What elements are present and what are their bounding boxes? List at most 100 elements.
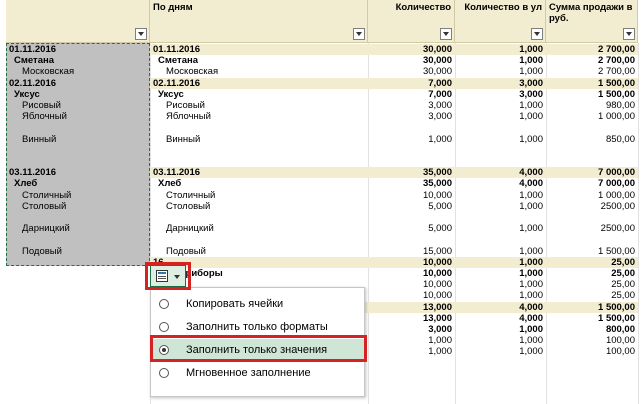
table-cell[interactable]: Винный <box>6 134 150 145</box>
table-cell[interactable]: Винный <box>150 134 368 145</box>
table-cell[interactable]: 1 000,00 <box>546 111 638 122</box>
table-cell[interactable]: 3,000 <box>368 100 455 111</box>
table-cell[interactable]: 15,000 <box>368 246 455 257</box>
table-cell[interactable]: 35,000 <box>368 178 455 189</box>
table-cell[interactable]: 3,000 <box>455 77 546 89</box>
table-cell[interactable] <box>368 156 455 167</box>
table-cell[interactable]: Дарницкий <box>6 223 150 234</box>
table-cell[interactable] <box>6 234 150 245</box>
table-cell[interactable] <box>6 302 150 313</box>
table-cell[interactable]: 1,000 <box>368 346 455 357</box>
radio-icon[interactable] <box>159 368 169 378</box>
table-cell[interactable]: Яблочный <box>6 111 150 122</box>
table-cell[interactable] <box>6 145 150 156</box>
table-cell[interactable]: 01.11.2016 <box>6 44 150 55</box>
table-cell[interactable]: 1,000 <box>455 190 546 201</box>
table-cell[interactable]: 2 700,00 <box>546 66 638 77</box>
table-cell[interactable]: 1,000 <box>455 346 546 357</box>
table-cell[interactable]: Московская <box>6 66 150 77</box>
filter-dropdown-icon[interactable] <box>135 28 147 40</box>
table-cell[interactable]: Дарницкий <box>150 223 368 234</box>
table-cell[interactable]: 1,000 <box>455 279 546 290</box>
table-cell[interactable]: 7,000 <box>368 89 455 100</box>
table-cell[interactable] <box>150 212 368 223</box>
table-cell[interactable]: 3,000 <box>455 89 546 100</box>
table-cell[interactable]: 1,000 <box>455 290 546 301</box>
table-cell[interactable]: 03.11.2016 <box>150 167 368 179</box>
table-cell[interactable]: 1,000 <box>455 111 546 122</box>
filter-dropdown-icon[interactable] <box>440 28 452 40</box>
table-cell[interactable]: 01.11.2016 <box>150 44 368 55</box>
table-cell[interactable]: Столичный <box>6 190 150 201</box>
table-cell[interactable] <box>455 156 546 167</box>
table-cell[interactable]: 1 500,00 <box>546 313 638 324</box>
table-cell[interactable]: 10,000 <box>368 190 455 201</box>
table-cell[interactable]: 1,000 <box>368 335 455 346</box>
table-cell[interactable]: 1,000 <box>455 256 546 268</box>
table-cell[interactable]: 10,000 <box>368 290 455 301</box>
table-cell[interactable] <box>150 234 368 245</box>
table-cell[interactable]: 1,000 <box>368 134 455 145</box>
radio-icon[interactable] <box>159 322 169 332</box>
table-cell[interactable] <box>6 268 150 279</box>
table-cell[interactable] <box>546 145 638 156</box>
table-cell[interactable]: 3,000 <box>368 324 455 335</box>
filter-dropdown-icon[interactable] <box>623 28 635 40</box>
table-cell[interactable] <box>150 122 368 133</box>
table-cell[interactable]: Сметана <box>150 55 368 66</box>
table-cell[interactable]: 1 500,00 <box>546 301 638 313</box>
table-cell[interactable] <box>368 212 455 223</box>
table-cell[interactable] <box>546 156 638 167</box>
table-cell[interactable]: 1,000 <box>455 201 546 212</box>
table-cell[interactable]: 10,000 <box>368 256 455 268</box>
table-cell[interactable] <box>6 122 150 133</box>
table-cell[interactable]: 1,000 <box>455 66 546 77</box>
table-cell[interactable]: 02.11.2016 <box>150 77 368 89</box>
table-cell[interactable]: 4,000 <box>455 178 546 189</box>
table-cell[interactable]: Подовый <box>150 246 368 257</box>
table-cell[interactable]: 1,000 <box>455 55 546 66</box>
table-cell[interactable]: 10,000 <box>368 279 455 290</box>
table-cell[interactable]: 2 700,00 <box>546 44 638 55</box>
table-cell[interactable]: 7,000 <box>368 77 455 89</box>
table-cell[interactable]: 7 000,00 <box>546 167 638 179</box>
table-cell[interactable] <box>6 257 150 268</box>
table-cell[interactable]: Хлеб <box>150 178 368 189</box>
table-cell[interactable]: 25,00 <box>546 290 638 301</box>
table-cell[interactable]: 1,000 <box>455 223 546 234</box>
table-cell[interactable]: 100,00 <box>546 335 638 346</box>
table-cell[interactable]: 1,000 <box>455 100 546 111</box>
filter-dropdown-icon[interactable] <box>353 28 365 40</box>
table-cell[interactable]: 30,000 <box>368 66 455 77</box>
table-cell[interactable] <box>6 279 150 290</box>
table-cell[interactable]: Рисовый <box>150 100 368 111</box>
table-cell[interactable]: Хлеб <box>6 178 150 189</box>
table-cell[interactable]: Московская <box>150 66 368 77</box>
table-cell[interactable]: 1,000 <box>455 268 546 279</box>
table-cell[interactable]: 100,00 <box>546 346 638 357</box>
table-cell[interactable]: Столичный <box>150 190 368 201</box>
table-cell[interactable]: 800,00 <box>546 324 638 335</box>
table-cell[interactable]: 30,000 <box>368 55 455 66</box>
table-cell[interactable]: 1 000,00 <box>546 190 638 201</box>
table-cell[interactable]: 1,000 <box>455 134 546 145</box>
table-cell[interactable] <box>546 234 638 245</box>
table-cell[interactable]: 13,000 <box>368 301 455 313</box>
table-cell[interactable] <box>368 122 455 133</box>
table-cell[interactable] <box>6 358 150 369</box>
table-cell[interactable] <box>150 145 368 156</box>
table-cell[interactable]: 2500,00 <box>546 223 638 234</box>
table-cell[interactable] <box>6 324 150 335</box>
table-cell[interactable] <box>368 145 455 156</box>
radio-icon[interactable] <box>159 299 169 309</box>
table-cell[interactable]: 30,000 <box>368 44 455 55</box>
table-cell[interactable]: 1,000 <box>455 324 546 335</box>
table-cell[interactable] <box>546 358 638 369</box>
table-cell[interactable]: 4,000 <box>455 313 546 324</box>
table-cell[interactable] <box>455 145 546 156</box>
table-cell[interactable] <box>546 212 638 223</box>
table-cell[interactable]: 1,000 <box>455 335 546 346</box>
table-cell[interactable] <box>6 346 150 357</box>
table-cell[interactable]: 5,000 <box>368 223 455 234</box>
table-cell[interactable]: Уксус <box>6 89 150 100</box>
